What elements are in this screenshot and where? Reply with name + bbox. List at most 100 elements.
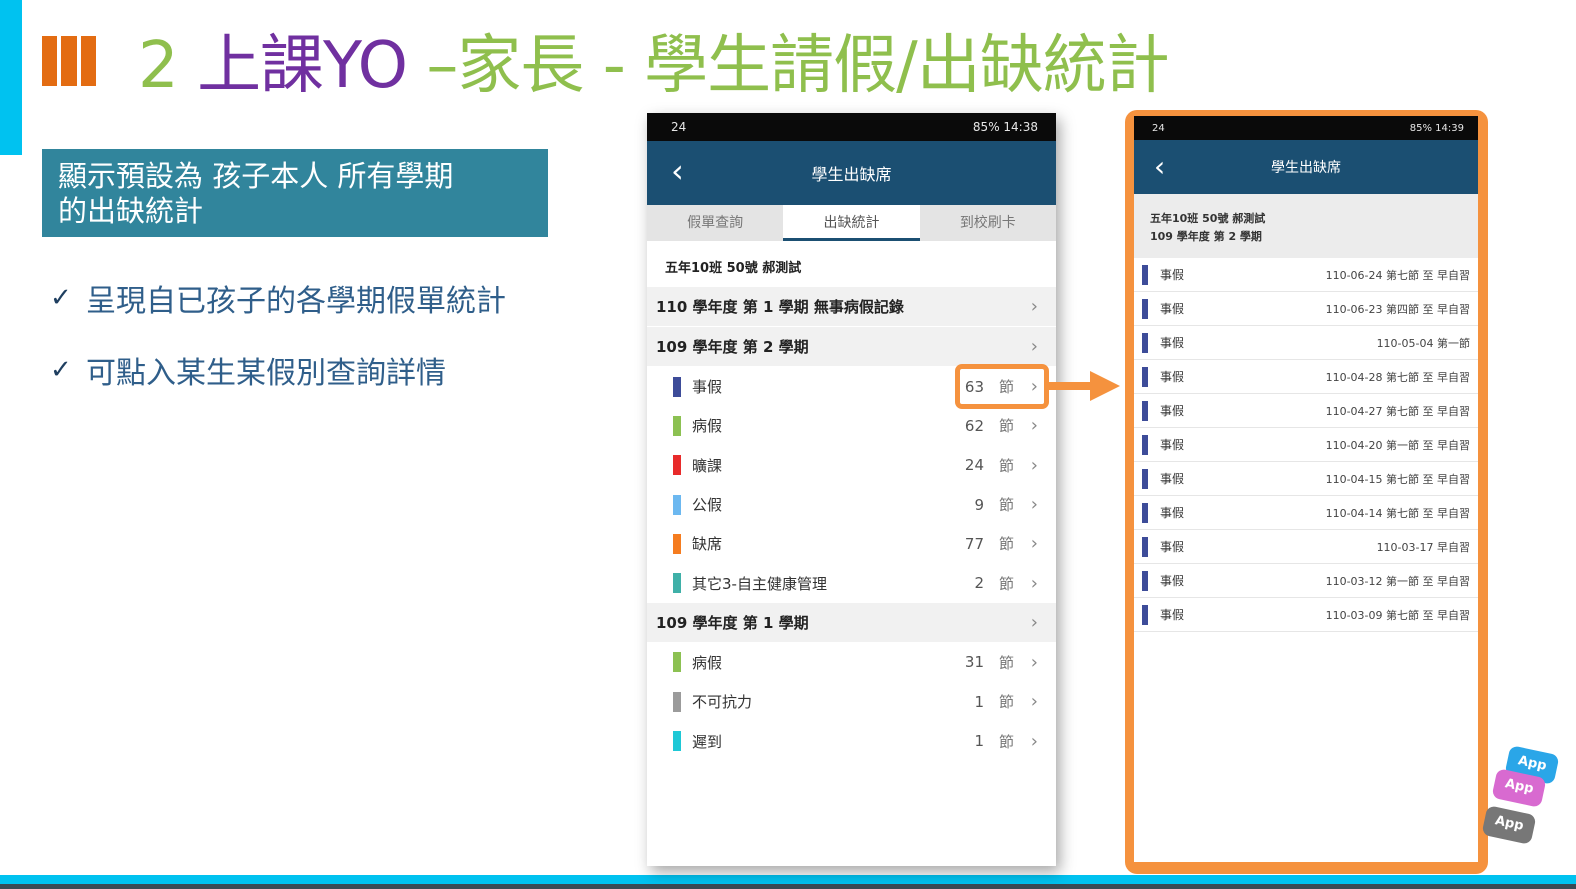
tab-bar: 假單查詢 出缺統計 到校刷卡	[647, 205, 1056, 241]
arrow-head-icon	[1090, 371, 1120, 401]
semester-1-leave-list: 病假 31 節 › 不可抗力 1 節 › 遲到 1 節 ›	[647, 643, 1056, 761]
leave-color-bar	[673, 691, 681, 712]
slide: 2 上課YO –家長 - 學生請假/出缺統計 顯示預設為 孩子本人 所有學期 的…	[0, 0, 1576, 889]
chevron-right-icon: ›	[1030, 454, 1038, 476]
semester-row[interactable]: 109 學年度 第 2 學期 ›	[647, 327, 1056, 367]
leave-unit: 節	[998, 496, 1014, 515]
leave-type-row[interactable]: 不可抗力 1 節 ›	[647, 682, 1056, 721]
leave-type-name: 其它3-自主健康管理	[692, 574, 827, 593]
arrow-right-icon	[1049, 382, 1095, 390]
bottom-accent-bar	[0, 875, 1576, 889]
leave-type-name: 不可抗力	[692, 693, 753, 712]
student-info: 五年10班 50號 郝測試	[1150, 212, 1266, 225]
record-detail: 110-04-14 第七節 至 早自習	[1325, 506, 1470, 520]
leave-color-bar	[673, 415, 681, 436]
leave-record-row[interactable]: 事假 110-04-27 第七節 至 早自習	[1134, 394, 1478, 428]
leave-color-bar	[1142, 570, 1148, 591]
title-part-2: 上課YO	[197, 29, 408, 103]
tab-attendance-stats[interactable]: 出缺統計	[783, 205, 920, 241]
record-type: 事假	[1160, 370, 1185, 384]
record-type: 事假	[1160, 574, 1185, 588]
leave-type-row[interactable]: 病假 62 節 ›	[647, 406, 1056, 445]
header-title: 學生出缺席	[811, 165, 892, 184]
leave-type-row[interactable]: 遲到 1 節 ›	[647, 721, 1056, 760]
leave-record-row[interactable]: 事假 110-04-14 第七節 至 早自習	[1134, 496, 1478, 530]
phone-screen-detail: 24 85% 14:39 ‹ 學生出缺席 五年10班 50號 郝測試 109 學…	[1134, 116, 1478, 862]
chevron-right-icon: ›	[1030, 611, 1038, 633]
leave-color-bar	[1142, 434, 1148, 455]
record-type: 事假	[1160, 268, 1185, 282]
leave-record-row[interactable]: 事假 110-06-24 第七節 至 早自習	[1134, 258, 1478, 292]
app-header: ‹ 學生出缺席	[647, 141, 1056, 205]
leave-unit: 節	[998, 574, 1014, 593]
header-title: 學生出缺席	[1271, 160, 1341, 176]
slide-title: 2 上課YO –家長 - 學生請假/出缺統計	[138, 28, 1170, 104]
bullet-text: 可點入某生某假別查詢詳情	[86, 356, 446, 391]
leave-record-row[interactable]: 事假 110-05-04 第一節	[1134, 326, 1478, 360]
leave-color-bar	[1142, 536, 1148, 557]
leave-count: 24	[964, 456, 984, 475]
record-detail: 110-03-12 第一節 至 早自習	[1325, 574, 1470, 588]
leave-type-row[interactable]: 曠課 24 節 ›	[647, 446, 1056, 485]
leave-color-bar	[673, 376, 681, 397]
leave-record-row[interactable]: 事假 110-03-12 第一節 至 早自習	[1134, 564, 1478, 598]
status-right: 85% 14:38	[972, 120, 1038, 134]
record-type: 事假	[1160, 608, 1185, 622]
leave-record-row[interactable]: 事假 110-04-20 第一節 至 早自習	[1134, 428, 1478, 462]
record-detail: 110-04-27 第七節 至 早自習	[1325, 404, 1470, 418]
status-right: 85% 14:39	[1409, 122, 1464, 134]
semester-label: 109 學年度 第 2 學期	[656, 338, 809, 356]
leave-count: 77	[964, 534, 984, 553]
subtitle-line-2: 的出缺統計	[58, 194, 204, 228]
tab-school-checkin[interactable]: 到校刷卡	[920, 205, 1056, 241]
record-detail: 110-03-17 早自習	[1376, 540, 1470, 554]
chevron-right-icon: ›	[1030, 651, 1038, 673]
back-arrow-icon[interactable]: ‹	[1154, 151, 1165, 183]
leave-type-name: 病假	[692, 653, 723, 672]
record-type: 事假	[1160, 302, 1185, 316]
back-arrow-icon[interactable]: ‹	[671, 155, 684, 187]
record-detail: 110-04-20 第一節 至 早自習	[1325, 438, 1470, 452]
leave-type-name: 公假	[692, 496, 723, 515]
leave-type-name: 遲到	[692, 732, 723, 751]
phone-screen-stats: 24 85% 14:38 ‹ 學生出缺席 假單查詢 出缺統計 到校刷卡 五年10…	[647, 113, 1056, 866]
subtitle-line-1: 顯示預設為 孩子本人 所有學期	[58, 159, 454, 193]
status-left: 24	[671, 120, 687, 134]
leave-color-bar	[673, 533, 681, 554]
leave-color-bar	[673, 731, 681, 752]
leave-type-name: 病假	[692, 417, 723, 436]
leave-unit: 節	[998, 693, 1014, 712]
leave-count: 2	[974, 574, 984, 593]
leave-record-row[interactable]: 事假 110-04-28 第七節 至 早自習	[1134, 360, 1478, 394]
record-detail: 110-06-23 第四節 至 早自習	[1325, 302, 1470, 316]
student-info: 五年10班 50號 郝測試	[665, 261, 802, 276]
leave-record-row[interactable]: 事假 110-03-09 第七節 至 早自習	[1134, 598, 1478, 632]
status-left: 24	[1152, 122, 1165, 134]
leave-unit: 節	[998, 456, 1014, 475]
semester-row[interactable]: 110 學年度 第 1 學期 無事病假記錄 ›	[647, 287, 1056, 327]
chevron-right-icon: ›	[1030, 533, 1038, 555]
leave-type-row[interactable]: 公假 9 節 ›	[647, 485, 1056, 524]
chevron-right-icon: ›	[1030, 336, 1038, 357]
leave-count: 62	[964, 416, 984, 435]
leave-color-bar	[1142, 604, 1148, 625]
chevron-right-icon: ›	[1030, 691, 1038, 713]
semester-row[interactable]: 109 學年度 第 1 學期 ›	[647, 602, 1056, 643]
tab-leave-query[interactable]: 假單查詢	[647, 205, 783, 241]
leave-record-row[interactable]: 事假 110-04-15 第七節 至 早自習	[1134, 462, 1478, 496]
title-part-1: 2	[138, 29, 198, 103]
leave-record-row[interactable]: 事假 110-06-23 第四節 至 早自習	[1134, 292, 1478, 326]
leave-count: 1	[974, 692, 984, 711]
chevron-right-icon: ›	[1030, 494, 1038, 516]
leave-color-bar	[1142, 264, 1148, 285]
leave-type-row[interactable]: 病假 31 節 ›	[647, 643, 1056, 682]
leave-type-row[interactable]: 缺席 77 節 ›	[647, 524, 1056, 563]
record-detail: 110-03-09 第七節 至 早自習	[1325, 608, 1470, 622]
leave-unit: 節	[998, 732, 1014, 751]
leave-record-row[interactable]: 事假 110-03-17 早自習	[1134, 530, 1478, 564]
leave-count: 1	[974, 732, 984, 751]
leave-type-row[interactable]: 其它3-自主健康管理 2 節 ›	[647, 563, 1056, 602]
leave-type-name: 缺席	[692, 535, 723, 554]
subtitle-box: 顯示預設為 孩子本人 所有學期 的出缺統計	[42, 149, 548, 237]
chevron-right-icon: ›	[1030, 572, 1038, 594]
